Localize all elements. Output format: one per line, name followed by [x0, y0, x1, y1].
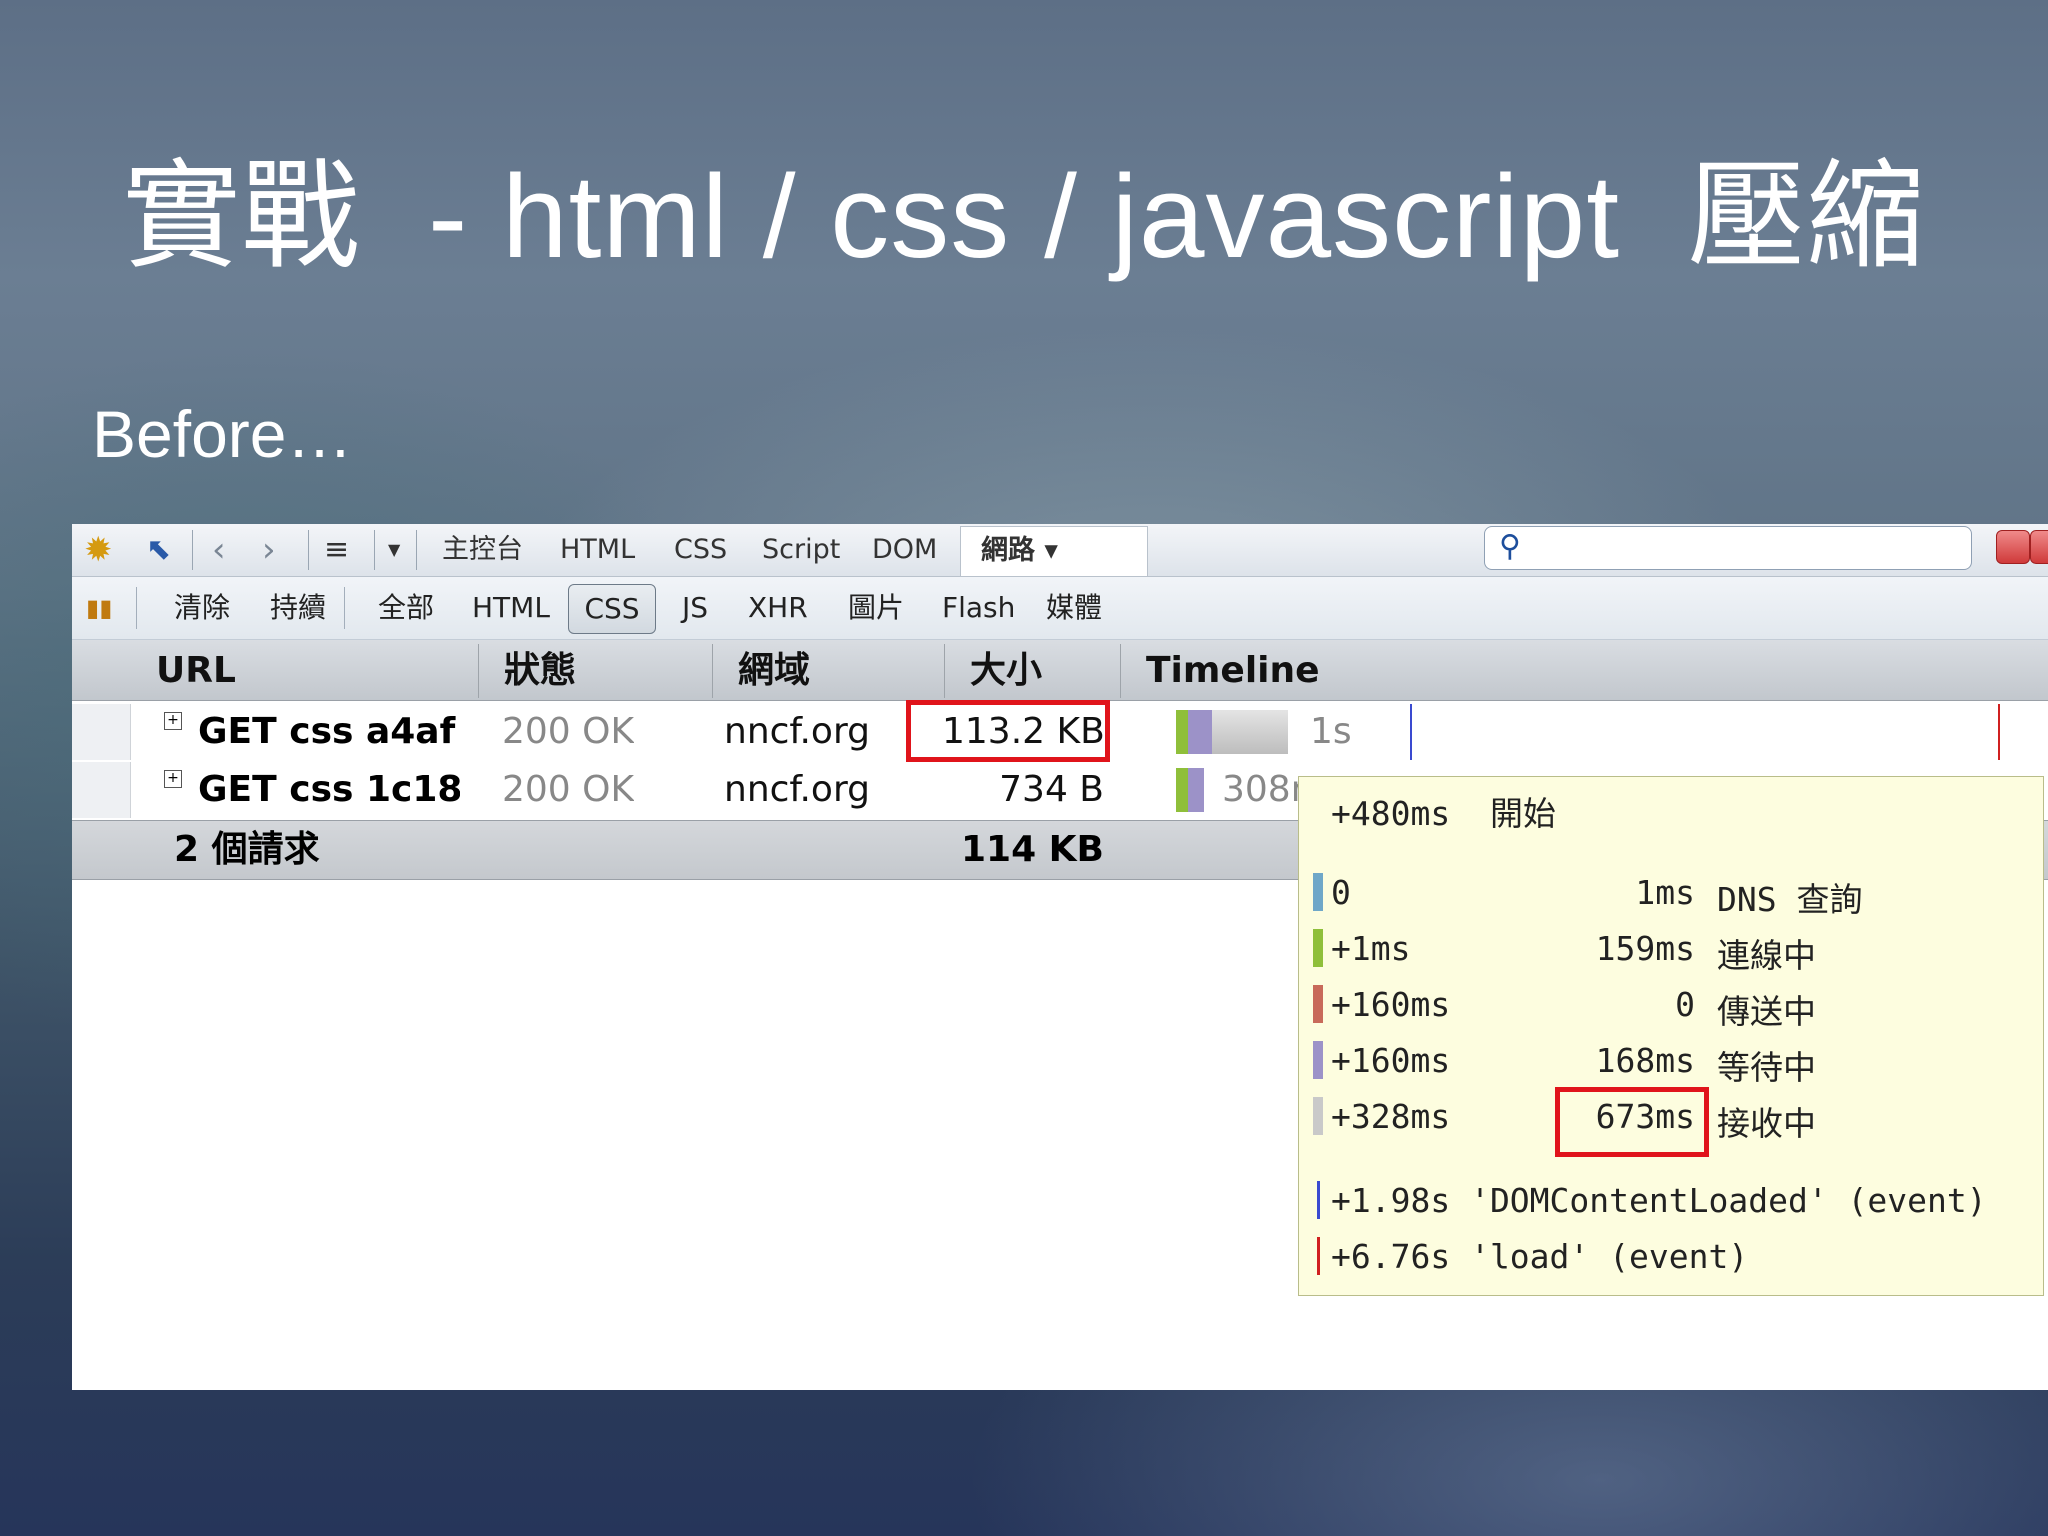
toolbar-divider: [374, 530, 375, 570]
row-gutter: [72, 762, 131, 818]
request-timing: 1s: [1310, 711, 1352, 752]
filter-css[interactable]: CSS: [568, 584, 656, 634]
event-load: +6.76s 'load' (event): [1331, 1237, 1749, 1276]
highlight-size-box: [906, 700, 1110, 762]
slide-title: 實戰 - html / css / javascript 壓縮: [122, 151, 1926, 283]
load-event-marker: [1317, 1237, 1320, 1275]
phase-duration: 0: [1675, 985, 1695, 1024]
phase-label: DNS 查詢: [1717, 880, 1863, 919]
phase-color-swatch: [1313, 985, 1323, 1023]
request-domain: nncf.org: [724, 769, 870, 810]
total-size: 114 KB: [960, 829, 1104, 870]
header-divider: [478, 644, 479, 698]
header-domain[interactable]: 網域: [738, 640, 810, 700]
event-domcontentloaded: +1.98s 'DOMContentLoaded' (event): [1331, 1181, 1987, 1220]
persist-button[interactable]: 持續: [270, 577, 326, 639]
filter-html[interactable]: HTML: [472, 577, 550, 639]
filter-all[interactable]: 全部: [378, 577, 434, 639]
phase-label: 傳送中: [1717, 992, 1816, 1031]
toolbar-divider: [344, 587, 345, 629]
tab-net[interactable]: 網路 ▾: [960, 526, 1148, 576]
slide-subtitle: Before…: [92, 397, 353, 471]
main-toolbar: ✹ ⬉ ‹ › ≡ ▼ 主控台 HTML CSS Script DOM 網路 ▾…: [72, 524, 2048, 577]
header-status[interactable]: 狀態: [504, 640, 576, 700]
search-icon: ⚲: [1499, 529, 1521, 564]
filter-toolbar: ▮▮ 清除 持續 全部 HTML CSS JS XHR 圖片 Flash 媒體: [72, 577, 2048, 640]
tab-script[interactable]: Script: [762, 524, 840, 576]
phase-duration: 1ms: [1635, 873, 1695, 912]
request-url[interactable]: GET css a4af: [198, 704, 534, 760]
phase-offset: +328ms: [1331, 1097, 1451, 1136]
firebug-bug-icon[interactable]: ✹: [84, 524, 113, 576]
toolbar-divider: [136, 587, 137, 629]
phase-duration: 159ms: [1595, 929, 1695, 968]
xhr-chart-icon[interactable]: ▮▮: [86, 577, 112, 639]
header-divider: [1120, 644, 1121, 698]
tab-html[interactable]: HTML: [560, 524, 635, 576]
clear-button[interactable]: 清除: [174, 577, 230, 639]
close-icon[interactable]: [2030, 530, 2048, 564]
header-size[interactable]: 大小: [970, 640, 1042, 700]
menu-list-icon[interactable]: ≡: [324, 524, 349, 576]
filter-flash[interactable]: Flash: [942, 577, 1015, 639]
timeline-bar-connect: [1176, 710, 1188, 754]
filter-media[interactable]: 媒體: [1046, 577, 1102, 639]
timeline-bar-receive: [1212, 710, 1288, 754]
request-status: 200 OK: [502, 711, 635, 752]
phase-label: 等待中: [1717, 1048, 1816, 1087]
toolbar-divider: [192, 530, 193, 570]
request-size: 734 B: [999, 769, 1104, 810]
minimize-icon[interactable]: [1996, 530, 2030, 564]
header-divider: [944, 644, 945, 698]
tooltip-start: +480ms 開始: [1331, 794, 1556, 833]
phase-label: 連線中: [1717, 936, 1816, 975]
request-status: 200 OK: [502, 769, 635, 810]
filter-js[interactable]: JS: [682, 577, 708, 639]
toolbar-divider: [416, 530, 417, 570]
phase-color-swatch: [1313, 929, 1323, 967]
toolbar-divider: [308, 530, 309, 570]
header-url[interactable]: URL: [156, 640, 236, 700]
domcontentloaded-line: [1410, 704, 1412, 760]
request-url[interactable]: GET css 1c18: [198, 762, 460, 818]
phase-label: 接收中: [1717, 1104, 1816, 1143]
tab-dom[interactable]: DOM: [872, 524, 937, 576]
phase-offset: +1ms: [1331, 929, 1411, 968]
request-count: 2 個請求: [174, 829, 320, 870]
filter-xhr[interactable]: XHR: [748, 577, 808, 639]
phase-offset: +160ms: [1331, 1041, 1451, 1080]
column-header-row: URL 狀態 網域 大小 Timeline: [72, 640, 2048, 701]
phase-color-swatch: [1313, 1097, 1323, 1135]
back-icon[interactable]: ‹: [212, 524, 226, 576]
phase-color-swatch: [1313, 873, 1323, 911]
dropdown-arrow-icon[interactable]: ▼: [388, 524, 400, 576]
request-domain: nncf.org: [724, 711, 870, 752]
row-gutter: [72, 704, 131, 760]
timing-tooltip: +480ms 開始 0 1ms DNS 查詢 +1ms 159ms 連線中 +1…: [1298, 776, 2044, 1296]
inspect-icon[interactable]: ⬉: [146, 524, 171, 576]
timeline-bar-wait: [1188, 710, 1212, 754]
header-timeline[interactable]: Timeline: [1146, 640, 1320, 700]
tab-console[interactable]: 主控台: [442, 524, 523, 576]
highlight-duration-box: [1555, 1087, 1709, 1157]
expand-icon[interactable]: +: [164, 770, 182, 788]
phase-offset: 0: [1331, 873, 1351, 912]
phase-offset: +160ms: [1331, 985, 1451, 1024]
timeline-bar-connect: [1176, 768, 1188, 812]
phase-duration: 168ms: [1595, 1041, 1695, 1080]
filter-images[interactable]: 圖片: [848, 577, 904, 639]
forward-icon[interactable]: ›: [262, 524, 276, 576]
phase-color-swatch: [1313, 1041, 1323, 1079]
dom-event-marker: [1317, 1181, 1320, 1219]
tab-css[interactable]: CSS: [674, 524, 727, 576]
load-line: [1998, 704, 2000, 760]
expand-icon[interactable]: +: [164, 712, 182, 730]
timeline-bar-wait: [1188, 768, 1204, 812]
search-input[interactable]: ⚲: [1484, 526, 1972, 570]
header-divider: [712, 644, 713, 698]
